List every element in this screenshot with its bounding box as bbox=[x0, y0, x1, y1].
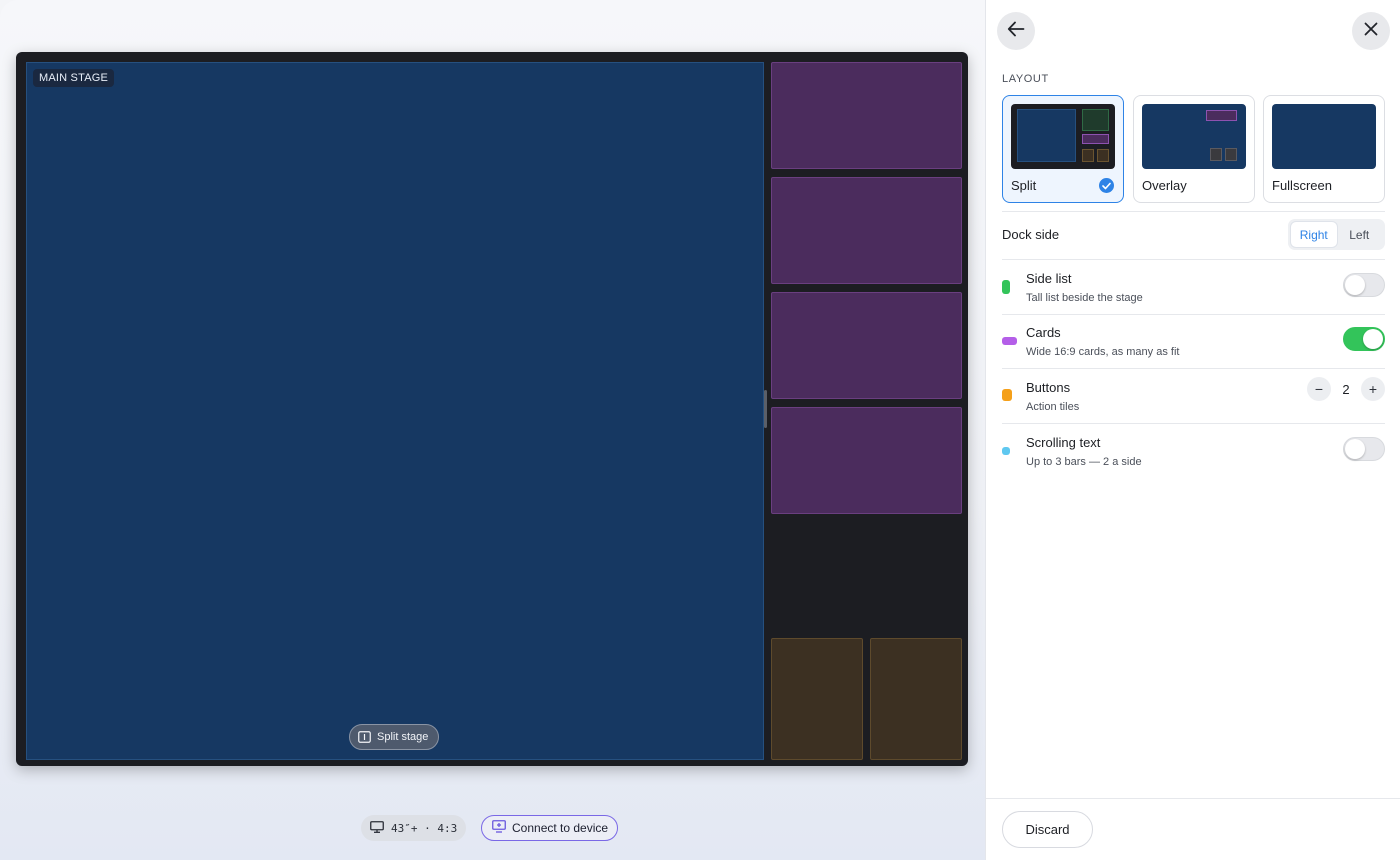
card-slot[interactable] bbox=[771, 407, 962, 514]
layout-section-label: LAYOUT bbox=[1002, 73, 1049, 85]
decrement-button[interactable]: − bbox=[1307, 377, 1331, 401]
dock-option-left[interactable]: Left bbox=[1337, 222, 1383, 247]
side-list-swatch bbox=[1002, 280, 1010, 294]
feature-cards: Cards Wide 16:9 cards, as many as fit bbox=[1002, 325, 1385, 365]
feature-subtitle: Up to 3 bars — 2 a side bbox=[1026, 456, 1142, 468]
divider bbox=[1002, 259, 1385, 260]
split-thumbnail bbox=[1011, 104, 1115, 169]
main-stage[interactable]: MAIN STAGE Split stage bbox=[26, 62, 764, 760]
feature-title: Buttons bbox=[1026, 380, 1071, 395]
divider bbox=[1002, 423, 1385, 424]
fullscreen-thumbnail bbox=[1272, 104, 1376, 169]
connect-device-label: Connect to device bbox=[512, 821, 609, 835]
feature-subtitle: Action tiles bbox=[1026, 401, 1080, 413]
layout-option-label: Split bbox=[1011, 178, 1037, 193]
layout-option-overlay[interactable]: Overlay bbox=[1133, 95, 1255, 203]
layout-option-split[interactable]: Split bbox=[1002, 95, 1124, 203]
display-preview: MAIN STAGE Split stage bbox=[16, 52, 968, 766]
back-button[interactable] bbox=[997, 12, 1035, 50]
divider bbox=[1002, 368, 1385, 369]
close-button[interactable] bbox=[1352, 12, 1390, 50]
dock-option-right[interactable]: Right bbox=[1291, 222, 1337, 247]
display-info-chip: 43″+ · 4:3 bbox=[361, 815, 467, 841]
check-icon bbox=[1099, 178, 1114, 193]
feature-title: Scrolling text bbox=[1026, 435, 1101, 450]
card-slot[interactable] bbox=[771, 292, 962, 399]
layout-panel: LAYOUT Split Overlay Fullscreen Dock sid… bbox=[985, 0, 1400, 860]
layout-option-fullscreen[interactable]: Fullscreen bbox=[1263, 95, 1385, 203]
split-stage-icon bbox=[358, 731, 371, 743]
card-slot[interactable] bbox=[771, 62, 962, 169]
card-slot[interactable] bbox=[771, 177, 962, 284]
increment-button[interactable]: + bbox=[1361, 377, 1385, 401]
button-tile[interactable] bbox=[870, 638, 962, 760]
button-tile[interactable] bbox=[771, 638, 863, 760]
layout-option-label: Fullscreen bbox=[1272, 178, 1332, 193]
scrolling-text-toggle[interactable] bbox=[1343, 437, 1385, 461]
cards-swatch bbox=[1002, 337, 1017, 345]
scrolling-text-swatch bbox=[1002, 447, 1010, 455]
discard-button[interactable]: Discard bbox=[1002, 811, 1093, 848]
connect-device-button[interactable]: Connect to device bbox=[481, 815, 619, 841]
overlay-thumbnail bbox=[1142, 104, 1246, 169]
monitor-icon bbox=[370, 820, 384, 836]
buttons-count: 2 bbox=[1342, 381, 1350, 397]
feature-subtitle: Wide 16:9 cards, as many as fit bbox=[1026, 346, 1180, 358]
cards-toggle[interactable] bbox=[1343, 327, 1385, 351]
feature-side-list: Side list Tall list beside the stage bbox=[1002, 271, 1385, 311]
buttons-stepper: − 2 + bbox=[1307, 377, 1385, 401]
split-stage-button[interactable]: Split stage bbox=[349, 724, 440, 750]
close-icon bbox=[1364, 22, 1378, 41]
feature-buttons: Buttons Action tiles − 2 + bbox=[1002, 377, 1385, 420]
main-stage-label: MAIN STAGE bbox=[33, 69, 115, 87]
side-list-toggle[interactable] bbox=[1343, 273, 1385, 297]
preview-area: MAIN STAGE Split stage 43″+ · 4:3 Connec… bbox=[0, 0, 985, 860]
layout-option-label: Overlay bbox=[1142, 178, 1187, 193]
divider bbox=[1002, 211, 1385, 212]
cast-icon bbox=[492, 820, 506, 836]
buttons-swatch bbox=[1002, 389, 1012, 401]
feature-subtitle: Tall list beside the stage bbox=[1026, 292, 1143, 304]
dock-side-toggle: Right Left bbox=[1288, 219, 1385, 250]
feature-scrolling-text: Scrolling text Up to 3 bars — 2 a side bbox=[1002, 435, 1385, 475]
display-info-text: 43″+ · 4:3 bbox=[391, 821, 458, 835]
split-stage-label: Split stage bbox=[377, 731, 429, 743]
feature-title: Side list bbox=[1026, 271, 1072, 286]
footer-divider bbox=[986, 798, 1400, 799]
resize-handle[interactable] bbox=[764, 390, 767, 428]
feature-title: Cards bbox=[1026, 325, 1061, 340]
dock-side-label: Dock side bbox=[1002, 227, 1060, 242]
arrow-left-icon bbox=[1007, 21, 1025, 42]
divider bbox=[1002, 314, 1385, 315]
